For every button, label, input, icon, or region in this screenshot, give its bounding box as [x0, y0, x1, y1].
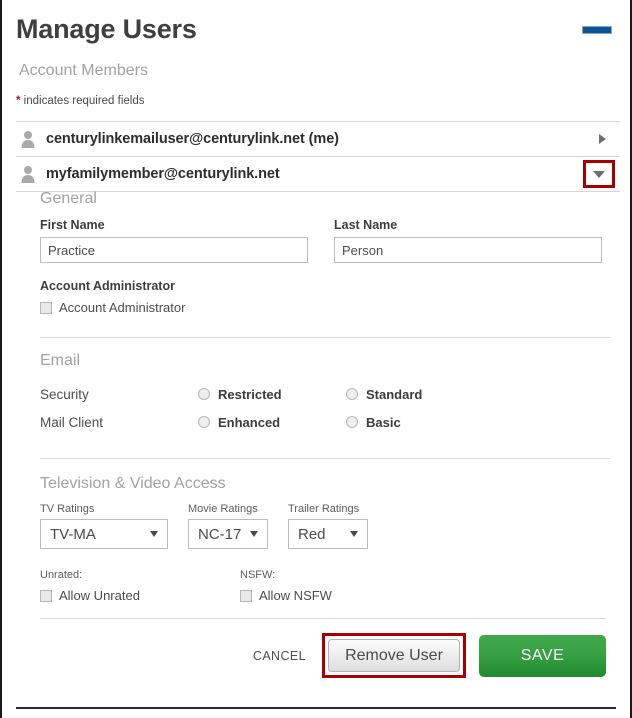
allow-unrated-label: Allow Unrated	[59, 588, 140, 603]
mail-client-option-enhanced-label: Enhanced	[218, 414, 281, 430]
user-detail-form: General First Name Last Name Account Adm…	[40, 190, 610, 603]
email-heading: Email	[40, 352, 81, 369]
radio-icon[interactable]	[198, 388, 210, 400]
security-option-restricted-label: Restricted	[218, 386, 282, 402]
tv-ratings-select[interactable]: TV-MA	[40, 519, 168, 549]
radio-icon[interactable]	[346, 416, 358, 428]
person-icon	[21, 166, 35, 183]
tv-ratings-value: TV-MA	[50, 525, 96, 543]
allow-nsfw-label: Allow NSFW	[259, 588, 332, 603]
divider	[40, 458, 610, 459]
tv-ratings-label: TV Ratings	[40, 503, 95, 515]
trailer-ratings-label: Trailer Ratings	[288, 503, 360, 515]
trailer-ratings-value: Red	[298, 525, 326, 543]
trailer-ratings-select[interactable]: Red	[288, 519, 368, 549]
last-name-label: Last Name	[334, 218, 398, 232]
last-name-group: Last Name	[334, 218, 602, 263]
account-administrator-checkbox-label: Account Administrator	[59, 300, 186, 315]
divider	[40, 337, 610, 338]
unrated-label: Unrated:	[40, 569, 83, 581]
television-section: Television & Video Access TV Ratings TV-…	[40, 475, 610, 603]
mail-client-label: Mail Client	[40, 414, 104, 430]
security-label: Security	[40, 386, 89, 402]
form-footer: CANCEL Remove User SAVE	[40, 618, 606, 678]
general-heading: General	[40, 190, 97, 207]
nsfw-label: NSFW:	[240, 569, 276, 581]
minimize-dash-icon[interactable]	[582, 26, 612, 34]
allow-nsfw-checkbox-row[interactable]: Allow NSFW	[240, 588, 332, 603]
user-email: centurylinkemailuser@centurylink.net (me…	[46, 131, 339, 147]
security-option-restricted[interactable]: Restricted	[198, 387, 346, 402]
security-option-standard-label: Standard	[366, 386, 423, 402]
bottom-divider	[16, 707, 616, 709]
name-fields-row: First Name Last Name	[40, 218, 610, 263]
movie-ratings-group: Movie Ratings NC-17	[188, 503, 268, 549]
account-members-list: centurylinkemailuser@centurylink.net (me…	[16, 121, 620, 192]
mail-client-option-enhanced[interactable]: Enhanced	[198, 415, 346, 430]
remove-user-highlight: Remove User	[322, 633, 466, 678]
page-title: Manage Users	[16, 14, 197, 44]
radio-icon[interactable]	[346, 388, 358, 400]
mail-client-option-basic[interactable]: Basic	[346, 415, 494, 430]
expand-user-toggle[interactable]	[583, 160, 615, 188]
mail-client-option-basic-label: Basic	[366, 414, 401, 430]
user-email: myfamilymember@centurylink.net	[46, 166, 280, 182]
cancel-button[interactable]: CANCEL	[253, 649, 306, 663]
account-members-heading: Account Members	[19, 62, 148, 79]
account-administrator-checkbox[interactable]	[40, 301, 52, 314]
tv-ratings-group: TV Ratings TV-MA	[40, 503, 168, 549]
person-icon	[21, 131, 35, 148]
divider	[40, 618, 606, 619]
account-administrator-checkbox-row[interactable]: Account Administrator	[40, 300, 610, 315]
chevron-right-icon[interactable]	[599, 134, 606, 144]
first-name-group: First Name	[40, 218, 308, 263]
allow-unrated-checkbox-row[interactable]: Allow Unrated	[40, 588, 240, 603]
first-name-label: First Name	[40, 218, 105, 232]
manage-users-window: Manage Users Account Members * indicates…	[0, 0, 632, 718]
movie-ratings-select[interactable]: NC-17	[188, 519, 268, 549]
chevron-down-icon	[593, 170, 605, 178]
remove-user-button[interactable]: Remove User	[328, 639, 460, 672]
list-item[interactable]: myfamilymember@centurylink.net	[16, 156, 620, 192]
first-name-input[interactable]	[40, 237, 308, 263]
chevron-down-icon	[350, 531, 358, 537]
required-note-text: indicates required fields	[20, 95, 145, 107]
television-heading: Television & Video Access	[40, 475, 226, 492]
unrated-group: Unrated: Allow Unrated	[40, 569, 240, 603]
email-options-grid: Security Restricted Standard Mail Client	[40, 380, 610, 436]
account-administrator-group: Account Administrator Account Administra…	[40, 279, 610, 315]
required-fields-note: * indicates required fields	[16, 95, 145, 107]
allow-unrated-checkbox[interactable]	[40, 589, 52, 602]
chevron-down-icon	[250, 531, 258, 537]
mail-client-row: Mail Client Enhanced Basic	[40, 408, 610, 436]
save-button[interactable]: SAVE	[479, 634, 606, 677]
movie-ratings-label: Movie Ratings	[188, 503, 258, 515]
list-item[interactable]: centurylinkemailuser@centurylink.net (me…	[16, 121, 620, 156]
tv-checkboxes-row: Unrated: Allow Unrated NSFW: Allow NSFW	[40, 569, 610, 603]
ratings-selects-row: TV Ratings TV-MA Movie Ratings NC-17 Tra…	[40, 503, 610, 549]
account-administrator-heading: Account Administrator	[40, 279, 175, 293]
security-option-standard[interactable]: Standard	[346, 387, 494, 402]
security-row: Security Restricted Standard	[40, 380, 610, 408]
nsfw-group: NSFW: Allow NSFW	[240, 569, 332, 603]
chevron-down-icon	[150, 531, 158, 537]
footer-actions: CANCEL Remove User SAVE	[40, 633, 606, 678]
allow-nsfw-checkbox[interactable]	[240, 589, 252, 602]
radio-icon[interactable]	[198, 416, 210, 428]
email-section: Email Security Restricted Standard Mail …	[40, 352, 610, 436]
last-name-input[interactable]	[334, 237, 602, 263]
movie-ratings-value: NC-17	[198, 525, 242, 543]
trailer-ratings-group: Trailer Ratings Red	[288, 503, 368, 549]
